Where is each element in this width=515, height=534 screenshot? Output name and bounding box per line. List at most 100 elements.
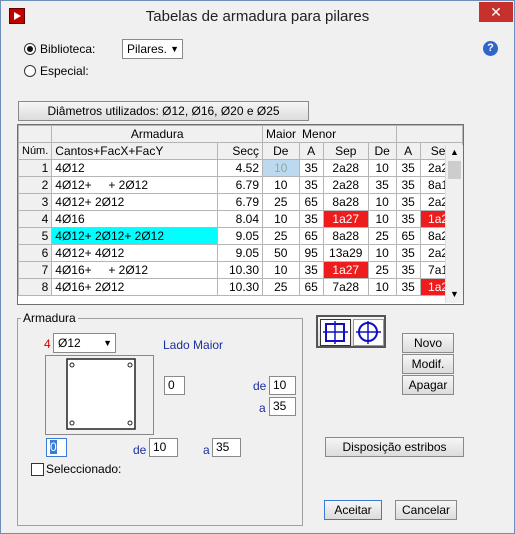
de-label: de bbox=[253, 379, 267, 393]
col-header-a2: A bbox=[395, 142, 421, 160]
cell-de1: 10 bbox=[262, 176, 300, 194]
cell-de1: 10 bbox=[262, 159, 300, 177]
bar-diameter-select[interactable]: Ø12 ▼ bbox=[53, 333, 116, 353]
diametros-button[interactable]: Diâmetros utilizados: Ø12, Ø16, Ø20 e Ø2… bbox=[18, 101, 309, 121]
section-preview bbox=[45, 355, 154, 435]
cell-sep1: 7a28 bbox=[322, 278, 369, 296]
disposicao-estribos-button[interactable]: Disposição estribos bbox=[325, 437, 464, 457]
table-scrollbar[interactable]: ▲ ▼ bbox=[445, 145, 463, 303]
cell-de1: 50 bbox=[262, 244, 300, 262]
group-header-maior: Maior bbox=[262, 125, 300, 143]
cell-a2: 35 bbox=[395, 176, 421, 194]
cell-a2: 35 bbox=[395, 210, 421, 228]
cell-sep1: 2a28 bbox=[322, 159, 369, 177]
col-header-cantos: Cantos+FacX+FacY bbox=[51, 142, 219, 160]
table-row[interactable]: 2 4Ø12+ + 2Ø12 6.79 10 35 2a28 35 35 8a1… bbox=[18, 176, 463, 194]
cell-sep1: 1a27 bbox=[322, 210, 369, 228]
cell-secc: 4.52 bbox=[217, 159, 264, 177]
cell-a1: 35 bbox=[298, 210, 324, 228]
rectangular-layout-icon[interactable] bbox=[320, 319, 351, 346]
group-header-blank-2 bbox=[395, 125, 463, 143]
circular-layout-icon[interactable] bbox=[353, 319, 384, 346]
bottom-a-field[interactable]: 35 bbox=[212, 438, 241, 457]
bar-count: 4 bbox=[44, 337, 51, 351]
cell-secc: 10.30 bbox=[217, 278, 264, 296]
bottom-de-field[interactable]: 10 bbox=[149, 438, 178, 457]
cell-a2: 65 bbox=[395, 227, 421, 245]
cell-secc: 6.79 bbox=[217, 176, 264, 194]
side-count-field[interactable]: 0 bbox=[164, 376, 185, 395]
a-field[interactable]: 35 bbox=[269, 397, 296, 416]
especial-radio[interactable] bbox=[24, 65, 36, 77]
chevron-down-icon[interactable]: ▼ bbox=[450, 289, 459, 299]
help-icon[interactable]: ? bbox=[483, 41, 498, 56]
modif-button[interactable]: Modif. bbox=[402, 354, 454, 374]
aceitar-button[interactable]: Aceitar bbox=[324, 500, 382, 520]
col-header-sep1: Sep bbox=[322, 142, 369, 160]
cell-a2: 35 bbox=[395, 193, 421, 211]
cell-a2: 35 bbox=[395, 261, 421, 279]
table-row[interactable]: 4 4Ø16 8.04 10 35 1a27 10 35 1a27 bbox=[18, 210, 463, 228]
row-num: 4 bbox=[18, 210, 53, 228]
library-select[interactable]: Pilares. ▼ bbox=[122, 39, 183, 59]
cell-cantos: 4Ø12+ + 2Ø12 bbox=[51, 176, 219, 194]
cell-a2: 35 bbox=[395, 278, 421, 296]
row-num: 2 bbox=[18, 176, 53, 194]
window-title: Tabelas de armadura para pilares bbox=[145, 8, 370, 25]
chevron-down-icon: ▼ bbox=[103, 338, 112, 348]
table-row[interactable]: 3 4Ø12+ 2Ø12 6.79 25 65 8a28 10 35 2a28 bbox=[18, 193, 463, 211]
de-field[interactable]: 10 bbox=[269, 376, 296, 395]
scrollbar-thumb[interactable] bbox=[448, 161, 461, 179]
col-header-de1: De bbox=[262, 142, 300, 160]
cell-a1: 65 bbox=[298, 278, 324, 296]
cell-sep1: 1a27 bbox=[322, 261, 369, 279]
lado-maior-label: Lado Maior bbox=[163, 338, 224, 352]
col-header-secc: Secç bbox=[217, 142, 264, 160]
cell-a1: 65 bbox=[298, 227, 324, 245]
cell-secc: 10.30 bbox=[217, 261, 264, 279]
cell-secc: 8.04 bbox=[217, 210, 264, 228]
group-header-armadura: Armadura bbox=[51, 125, 264, 143]
bottom-a-label: a bbox=[203, 443, 210, 457]
table-row[interactable]: 1 4Ø12 4.52 10 35 2a28 10 35 2a28 bbox=[18, 159, 463, 177]
cell-a1: 35 bbox=[298, 261, 324, 279]
chevron-up-icon[interactable]: ▲ bbox=[450, 147, 459, 157]
armadura-table[interactable]: Armadura Maior Menor Núm. Cantos+FacX+Fa… bbox=[17, 124, 464, 305]
cell-de1: 10 bbox=[262, 261, 300, 279]
table-row[interactable]: 8 4Ø16+ 2Ø12 10.30 25 65 7a28 10 35 1a27 bbox=[18, 278, 463, 296]
group-header-menor: Menor bbox=[299, 125, 397, 143]
cell-sep1: 8a28 bbox=[322, 227, 369, 245]
cell-de2: 10 bbox=[367, 210, 397, 228]
row-num: 1 bbox=[18, 159, 53, 177]
cell-de1: 25 bbox=[262, 227, 300, 245]
col-header-a1: A bbox=[298, 142, 324, 160]
bottom-count-value: 0 bbox=[50, 440, 57, 454]
novo-button[interactable]: Novo bbox=[402, 333, 454, 353]
cell-secc: 9.05 bbox=[217, 227, 264, 245]
bottom-count-field[interactable]: 0 bbox=[46, 438, 67, 457]
a-label: a bbox=[259, 401, 266, 415]
close-button[interactable]: ✕ bbox=[479, 2, 513, 22]
seleccionado-checkbox[interactable] bbox=[31, 463, 44, 476]
cell-a1: 35 bbox=[298, 176, 324, 194]
cell-secc: 9.05 bbox=[217, 244, 264, 262]
apagar-button[interactable]: Apagar bbox=[402, 375, 454, 395]
cell-cantos: 4Ø12+ 2Ø12+ 2Ø12 bbox=[51, 227, 219, 245]
layout-toggle-group bbox=[316, 315, 386, 348]
cell-sep1: 8a28 bbox=[322, 193, 369, 211]
cell-de2: 10 bbox=[367, 193, 397, 211]
cell-cantos: 4Ø12+ 4Ø12 bbox=[51, 244, 219, 262]
cell-cantos: 4Ø12 bbox=[51, 159, 219, 177]
table-row[interactable]: 6 4Ø12+ 4Ø12 9.05 50 95 13a29 10 35 2a28 bbox=[18, 244, 463, 262]
cell-de2: 10 bbox=[367, 244, 397, 262]
table-row[interactable]: 7 4Ø16+ + 2Ø12 10.30 10 35 1a27 25 35 7a… bbox=[18, 261, 463, 279]
section-drawing bbox=[66, 358, 136, 430]
cell-a1: 35 bbox=[298, 159, 324, 177]
row-num: 3 bbox=[18, 193, 53, 211]
biblioteca-radio[interactable] bbox=[24, 43, 36, 55]
cell-de2: 25 bbox=[367, 261, 397, 279]
cancelar-button[interactable]: Cancelar bbox=[395, 500, 457, 520]
table-row[interactable]: 5 4Ø12+ 2Ø12+ 2Ø12 9.05 25 65 8a28 25 65… bbox=[18, 227, 463, 245]
cell-de2: 25 bbox=[367, 227, 397, 245]
cell-cantos: 4Ø16+ + 2Ø12 bbox=[51, 261, 219, 279]
